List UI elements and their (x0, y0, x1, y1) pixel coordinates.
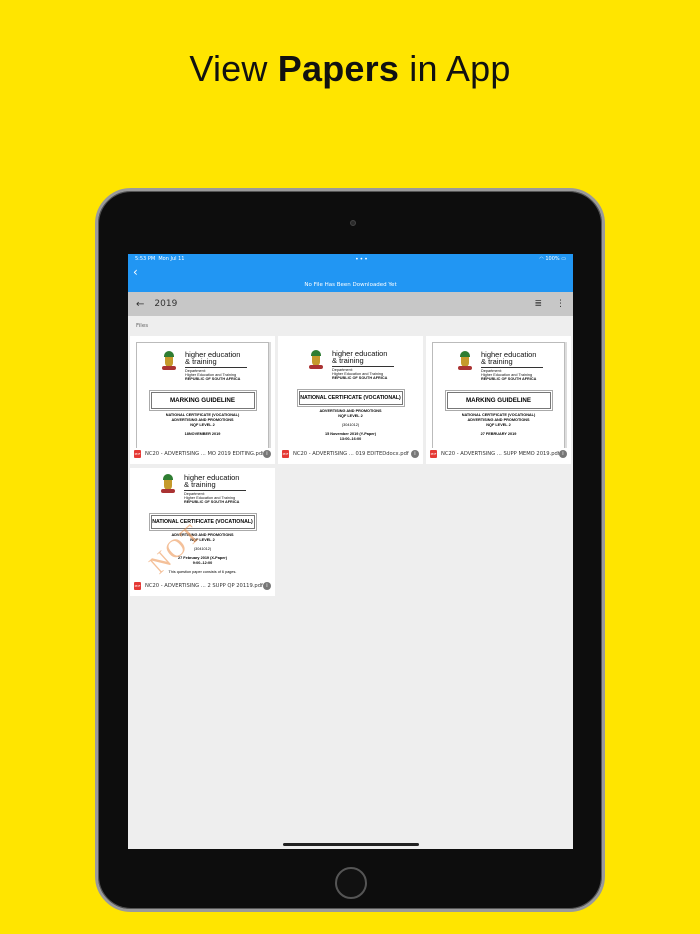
doc-box-label: MARKING GUIDELINE (444, 389, 553, 411)
more-options-icon[interactable]: ⋮ (556, 299, 565, 309)
doc-line: 13:00–16:00 (339, 436, 362, 441)
pdf-icon: PDF (134, 582, 141, 590)
file-preview: higher education & training Department: … (426, 336, 571, 448)
file-card[interactable]: higher education & training Department: … (426, 336, 571, 464)
org-dept-3: REPUBLIC OF SOUTH AFRICA (332, 376, 388, 381)
pdf-icon: PDF (430, 450, 437, 458)
org-name-2: & training (184, 480, 216, 489)
status-date: Mon Jul 11 (158, 256, 185, 262)
coat-of-arms-icon (160, 474, 176, 494)
folder-nav-bar: ← 2019 ≣ ⋮ (128, 292, 573, 316)
dhet-logo: higher education & training Department: … (160, 474, 269, 505)
document-page: higher education & training Department: … (136, 342, 269, 448)
section-label-files: Files (136, 323, 149, 329)
dhet-logo: higher education & training Department: … (457, 351, 564, 382)
pdf-icon: PDF (282, 450, 289, 458)
status-time: 5:53 PM (135, 256, 156, 262)
app-screen: 5:53 PM Mon Jul 11 ••• ◠ 100% ▭ ‹ No Fil… (128, 254, 573, 849)
file-preview: higher education & training Department: … (130, 468, 275, 580)
file-preview: higher education & training Department: … (278, 336, 423, 448)
status-right: ◠ 100% ▭ (539, 256, 566, 262)
download-banner: No File Has Been Downloaded Yet (304, 282, 397, 288)
doc-line: 27 FEBRUARY 2019 (480, 431, 517, 436)
camera-icon (350, 220, 356, 226)
home-button[interactable] (335, 867, 367, 899)
document-page: higher education & training Department: … (136, 474, 269, 580)
file-row: PDF NC20 - ADVERTISING ... 2 SUPP QP 201… (134, 580, 271, 592)
coat-of-arms-icon (308, 350, 324, 370)
org-dept-3: REPUBLIC OF SOUTH AFRICA (481, 377, 537, 382)
ipad-frame: 5:53 PM Mon Jul 11 ••• ◠ 100% ▭ ‹ No Fil… (95, 188, 605, 912)
battery-icon: ▭ (561, 256, 566, 262)
org-name-2: & training (332, 356, 364, 365)
file-row: PDF NC20 - ADVERTISING ... MO 2019 EDITI… (134, 448, 271, 460)
pdf-icon: PDF (134, 450, 141, 458)
file-grid: higher education & training Department: … (128, 336, 573, 596)
battery-percent: 100% (545, 256, 560, 262)
doc-box-label: MARKING GUIDELINE (148, 389, 257, 411)
file-card[interactable]: higher education & training Department: … (278, 336, 423, 464)
file-row: PDF NC20 - ADVERTISING ... SUPP MEMO 201… (430, 448, 567, 460)
list-view-icon[interactable]: ≣ (534, 299, 542, 309)
info-icon[interactable]: i (263, 450, 271, 458)
files-content: Files higher education & training Depart… (128, 316, 573, 849)
headline: View Papers in App (0, 48, 700, 90)
org-name-2: & training (481, 357, 513, 366)
file-row: PDF NC20 - ADVERTISING ... 019 EDITEDdoc… (282, 448, 419, 460)
file-preview: higher education & training Department: … (130, 336, 275, 448)
wifi-icon: ◠ (539, 256, 544, 262)
document-page: higher education & training Department: … (284, 350, 417, 448)
file-name: NC20 - ADVERTISING ... 2 SUPP QP 20119.p… (145, 583, 263, 589)
file-name: NC20 - ADVERTISING ... 019 EDITEDdocx.pd… (293, 451, 409, 457)
headline-pre: View (189, 48, 278, 89)
folder-title: 2019 (154, 299, 178, 309)
info-icon[interactable]: i (263, 582, 271, 590)
doc-line: 18NOVEMBER 2019 (184, 431, 221, 436)
info-icon[interactable]: i (411, 450, 419, 458)
doc-box-label: NATIONAL CERTIFICATE (VOCATIONAL) (148, 512, 257, 531)
doc-box-label: NATIONAL CERTIFICATE (VOCATIONAL) (296, 388, 405, 407)
file-card[interactable]: higher education & training Department: … (130, 336, 275, 464)
headline-bold: Papers (277, 48, 400, 89)
file-name: NC20 - ADVERTISING ... MO 2019 EDITING.p… (145, 451, 263, 457)
dhet-logo: higher education & training Department: … (161, 351, 268, 382)
arrow-back-icon[interactable]: ← (136, 299, 144, 310)
info-icon[interactable]: i (559, 450, 567, 458)
top-bar: 5:53 PM Mon Jul 11 ••• ◠ 100% ▭ ‹ No Fil… (128, 254, 573, 292)
home-indicator[interactable] (283, 843, 419, 846)
chevron-left-icon[interactable]: ‹ (133, 266, 138, 278)
dhet-logo: higher education & training Department: … (308, 350, 417, 381)
headline-post: in App (399, 48, 511, 89)
coat-of-arms-icon (457, 351, 473, 371)
status-time-date: 5:53 PM Mon Jul 11 (135, 256, 184, 262)
document-page: higher education & training Department: … (432, 342, 565, 448)
multitask-dots-icon[interactable]: ••• (355, 256, 369, 263)
file-name: NC20 - ADVERTISING ... SUPP MEMO 2019.pd… (441, 451, 559, 457)
org-name-2: & training (185, 357, 217, 366)
coat-of-arms-icon (161, 351, 177, 371)
file-card[interactable]: higher education & training Department: … (130, 468, 275, 596)
status-bar: 5:53 PM Mon Jul 11 ••• ◠ 100% ▭ (128, 254, 573, 264)
org-dept-3: REPUBLIC OF SOUTH AFRICA (185, 377, 241, 382)
org-dept-3: REPUBLIC OF SOUTH AFRICA (184, 500, 240, 505)
